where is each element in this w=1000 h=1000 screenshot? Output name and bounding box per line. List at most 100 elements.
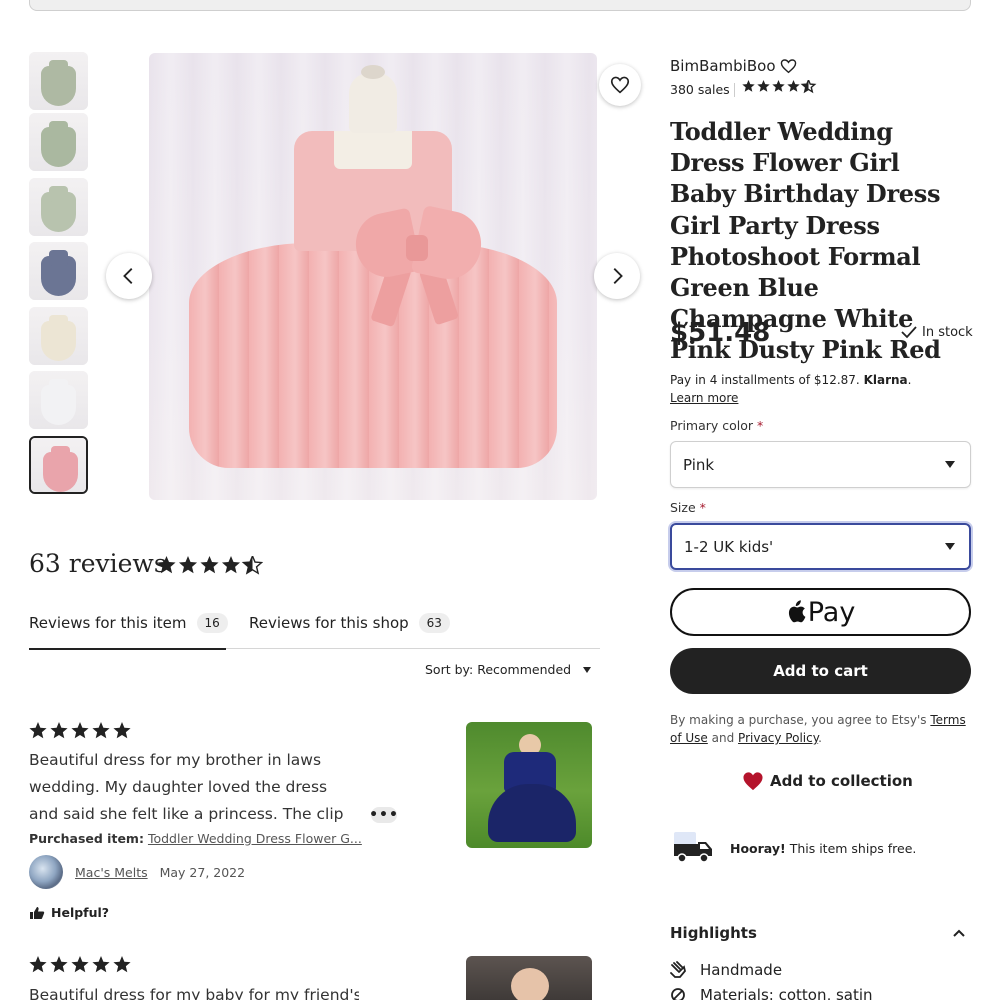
chevron-up-icon (953, 929, 965, 937)
star-icon (71, 722, 89, 739)
star-icon (71, 956, 89, 973)
klarna-text: Pay in 4 installments of $12.87. (670, 373, 860, 387)
star-icon (221, 556, 241, 574)
primary-color-label: Primary color * (670, 418, 763, 433)
thumbnail-image[interactable] (29, 178, 88, 236)
highlights-toggle[interactable]: Highlights (670, 924, 970, 942)
star-icon (157, 556, 176, 574)
tab-reviews-item-label: Reviews for this item (29, 614, 187, 632)
review-rating-stars (29, 956, 131, 973)
star-icon (29, 956, 47, 973)
review-photo[interactable] (466, 722, 592, 848)
thumbnail-image[interactable] (29, 371, 88, 429)
add-to-collection-button[interactable]: Add to collection (742, 771, 913, 791)
sort-label: Sort by: Recommended (425, 662, 572, 677)
learn-more-link[interactable]: Learn more (670, 391, 738, 405)
star-icon (113, 956, 131, 973)
tab-count-badge: 63 (418, 613, 450, 633)
apple-logo-icon (788, 600, 806, 623)
shop-rating-stars (742, 80, 817, 94)
next-image-button[interactable] (594, 253, 640, 299)
highlight-materials-text: Materials: cotton, satin (700, 986, 873, 1000)
highlight-handmade-text: Handmade (700, 961, 783, 979)
review-rating-stars (29, 722, 131, 739)
purchase-terms: By making a purchase, you agree to Etsy'… (670, 711, 970, 747)
thumbnail-image[interactable] (29, 307, 88, 365)
shipping-text: This item ships free. (789, 840, 917, 856)
primary-color-value: Pink (683, 455, 715, 474)
add-to-cart-button[interactable]: Add to cart (670, 648, 971, 694)
thumbnail-image[interactable] (29, 242, 88, 300)
stock-status: In stock (900, 324, 973, 340)
star-icon (772, 80, 785, 92)
star-icon (50, 956, 68, 973)
thumbnail-bodice (49, 315, 68, 331)
chevron-left-icon (123, 268, 133, 284)
main-product-image (149, 53, 597, 500)
more-options-button[interactable]: ••• (369, 807, 398, 823)
heart-filled-icon (743, 772, 763, 791)
star-icon (92, 956, 110, 973)
top-search-bar[interactable] (29, 0, 971, 11)
apple-pay-button[interactable]: Pay (670, 588, 971, 636)
checkmark-icon (901, 326, 917, 339)
shipping-highlight: Hooray! (730, 840, 786, 856)
photo-baby-face (511, 968, 549, 1000)
thumbnail-bodice (49, 250, 68, 266)
caret-down-icon (583, 666, 592, 673)
stock-text: In stock (922, 324, 973, 340)
star-icon (787, 80, 800, 92)
dress-skirt (189, 243, 557, 468)
add-to-collection-label: Add to collection (770, 772, 913, 790)
highlight-materials: Materials: cotton, satin (670, 986, 873, 1000)
tab-reviews-shop[interactable]: Reviews for this shop 63 (249, 611, 450, 635)
tab-reviews-shop-label: Reviews for this shop (249, 614, 409, 632)
reviewer-name-link[interactable]: Mac's Melts (75, 865, 148, 880)
highlights-title: Highlights (670, 924, 757, 942)
purchased-item-link[interactable]: Toddler Wedding Dress Flower G... (148, 831, 362, 846)
star-icon (92, 722, 110, 739)
klarna-installments: Pay in 4 installments of $12.87. Klarna.… (670, 371, 970, 407)
privacy-policy-link[interactable]: Privacy Policy (738, 731, 818, 745)
tab-count-badge: 16 (196, 613, 228, 633)
materials-icon (671, 988, 685, 1000)
bow-knot (406, 235, 428, 261)
thumbnail-bodice (49, 379, 68, 395)
primary-color-label-text: Primary color (670, 418, 754, 433)
heart-outline-icon (610, 76, 630, 94)
terms-prefix: By making a purchase, you agree to Etsy'… (670, 713, 927, 727)
thumbnail-image[interactable] (29, 52, 88, 110)
thumbnail-image[interactable] (29, 436, 88, 494)
size-value: 1-2 UK kids' (684, 537, 774, 556)
active-tab-indicator (29, 648, 226, 650)
review-photo[interactable] (466, 956, 592, 1000)
primary-color-select[interactable]: Pink (670, 441, 971, 488)
thumbnail-image[interactable] (29, 113, 88, 171)
shop-name-link[interactable]: BimBambiBoo (670, 57, 776, 75)
sort-dropdown[interactable]: Sort by: Recommended (425, 662, 592, 677)
purchased-label: Purchased item: (29, 831, 144, 846)
klarna-logo: Klarna (863, 373, 908, 387)
size-label-text: Size (670, 500, 696, 515)
price: $51.48 (670, 318, 771, 348)
favorite-button[interactable] (599, 64, 641, 106)
required-mark: * (699, 500, 706, 515)
thumbs-up-icon (30, 906, 45, 919)
review-text: Beautiful dress for my brother in laws w… (29, 751, 344, 823)
size-select[interactable]: 1-2 UK kids' (670, 523, 971, 570)
delivery-truck-icon (674, 832, 712, 863)
previous-image-button[interactable] (106, 253, 152, 299)
size-label: Size * (670, 500, 706, 515)
follow-shop-heart-icon[interactable] (780, 58, 797, 74)
overall-rating-stars (157, 556, 263, 575)
star-icon (50, 722, 68, 739)
tab-reviews-item[interactable]: Reviews for this item 16 (29, 611, 228, 635)
helpful-button[interactable]: Helpful? (29, 905, 109, 920)
apple-pay-label: Pay (807, 596, 856, 628)
star-icon (29, 722, 47, 739)
terms-suffix: . (818, 731, 822, 745)
shop-sales-count: 380 sales (670, 82, 730, 97)
review-tabs: Reviews for this item 16 Reviews for thi… (29, 611, 600, 650)
review-text: Beautiful dress for my baby for my frien… (29, 986, 359, 1000)
review-date: May 27, 2022 (159, 864, 246, 880)
